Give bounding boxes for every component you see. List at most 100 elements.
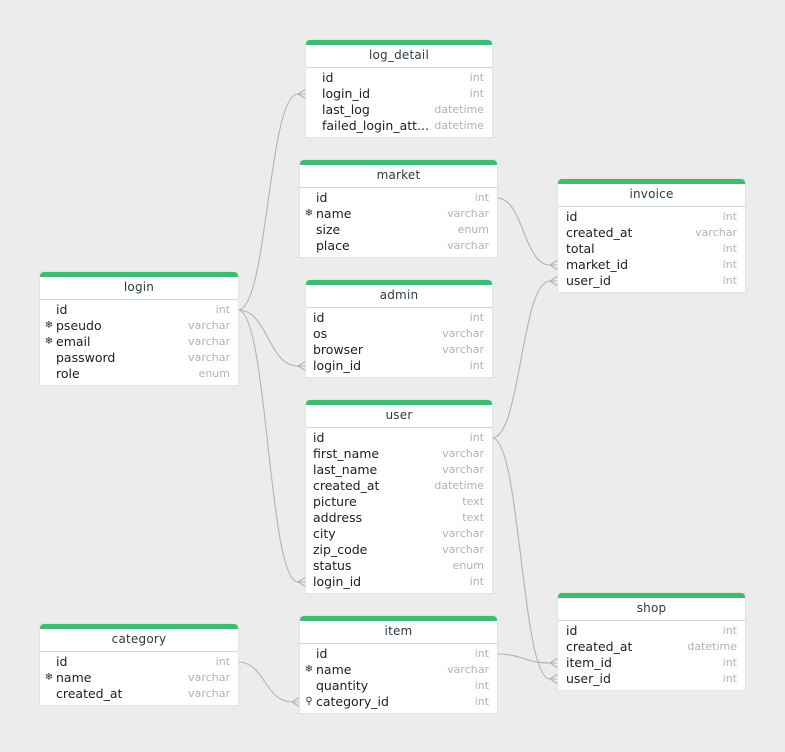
table-log-detail[interactable]: log_detail id int login_id int last_log dat…: [306, 40, 492, 137]
field-row: id int: [558, 209, 745, 225]
field-row: login_id int: [306, 574, 492, 590]
field-type: datetime: [687, 640, 737, 653]
field-name: id: [313, 430, 325, 445]
field-row: id int: [40, 302, 238, 318]
snowflake-icon: ❄: [44, 336, 54, 347]
field-row: zip_code varchar: [306, 542, 492, 558]
crows-foot-icon: [548, 657, 559, 669]
snowflake-icon: ❄: [44, 672, 54, 683]
field-name: zip_code: [313, 542, 368, 557]
field-name: user_id: [566, 273, 611, 288]
table-user[interactable]: user id int first_name varchar last_name va…: [306, 400, 492, 593]
field-name: status: [313, 558, 352, 573]
relation-line: [237, 661, 300, 703]
crows-foot-icon: [548, 275, 559, 287]
snowflake-icon: ❄: [304, 664, 314, 675]
field-type: int: [474, 679, 489, 692]
field-name: created_at: [566, 639, 633, 654]
field-type: enum: [457, 223, 489, 236]
field-row: picture text: [306, 494, 492, 510]
table-title: admin: [306, 285, 492, 308]
crows-foot-icon: [290, 696, 301, 708]
crows-foot-icon: [296, 88, 307, 100]
field-name: id: [322, 70, 334, 85]
field-row: failed_login_att... datetime: [306, 118, 492, 134]
table-item[interactable]: item id int ❄ name varchar quantity int ⚲ cat…: [300, 616, 497, 713]
field-name: browser: [313, 342, 364, 357]
field-row: address text: [306, 510, 492, 526]
field-type: int: [722, 242, 737, 255]
table-market[interactable]: market id int ❄ name varchar size enum place…: [300, 160, 497, 257]
field-row: last_name varchar: [306, 462, 492, 478]
field-name: city: [313, 526, 336, 541]
field-name: failed_login_att...: [322, 118, 429, 133]
field-row: created_at datetime: [558, 639, 745, 655]
field-type: varchar: [442, 527, 484, 540]
field-type: int: [474, 695, 489, 708]
field-type: int: [469, 71, 484, 84]
field-row: id int: [300, 190, 497, 206]
field-name: item_id: [566, 655, 612, 670]
field-name: quantity: [316, 678, 369, 693]
field-type: int: [469, 575, 484, 588]
table-shop[interactable]: shop id int created_at datetime item_id int…: [558, 593, 745, 690]
table-login[interactable]: login id int ❄ pseudo varchar ❄ email varchar…: [40, 272, 238, 385]
field-row: item_id int: [558, 655, 745, 671]
table-title: shop: [558, 598, 745, 621]
field-name: role: [56, 366, 80, 381]
field-row: size enum: [300, 222, 497, 238]
table-title: category: [40, 629, 238, 652]
field-row: id int: [306, 430, 492, 446]
relation-line: [237, 309, 306, 583]
crows-foot-icon: [548, 259, 559, 271]
table-title: invoice: [558, 184, 745, 207]
snowflake-icon: ❄: [44, 320, 54, 331]
field-type: varchar: [442, 447, 484, 460]
field-name: login_id: [313, 574, 362, 589]
field-name: first_name: [313, 446, 380, 461]
field-row: first_name varchar: [306, 446, 492, 462]
field-name: id: [56, 302, 68, 317]
field-row: created_at varchar: [558, 225, 745, 241]
field-row: os varchar: [306, 326, 492, 342]
relation-line: [237, 309, 306, 367]
table-title: market: [300, 165, 497, 188]
field-name: total: [566, 241, 595, 256]
field-row: password varchar: [40, 350, 238, 366]
field-row: place varchar: [300, 238, 497, 254]
field-row: ❄ name varchar: [300, 206, 497, 222]
field-name: login_id: [322, 86, 371, 101]
table-title: login: [40, 277, 238, 300]
field-type: int: [722, 656, 737, 669]
crows-foot-icon: [548, 673, 559, 685]
field-type: text: [462, 495, 484, 508]
field-name: name: [56, 670, 92, 685]
table-admin[interactable]: admin id int os varchar browser varchar log…: [306, 280, 492, 377]
field-row: id int: [40, 654, 238, 670]
field-type: text: [462, 511, 484, 524]
field-row: role enum: [40, 366, 238, 382]
field-type: varchar: [188, 687, 230, 700]
field-type: int: [469, 359, 484, 372]
field-row: id int: [306, 310, 492, 326]
field-type: enum: [452, 559, 484, 572]
key-icon: ⚲: [305, 696, 313, 707]
table-invoice[interactable]: invoice id int created_at varchar total int…: [558, 179, 745, 292]
field-row: id int: [558, 623, 745, 639]
field-type: int: [722, 624, 737, 637]
field-name: created_at: [566, 225, 633, 240]
field-row: market_id int: [558, 257, 745, 273]
snowflake-icon: ❄: [304, 208, 314, 219]
field-type: varchar: [442, 343, 484, 356]
field-row: quantity int: [300, 678, 497, 694]
relation-line: [496, 653, 558, 664]
field-type: enum: [198, 367, 230, 380]
field-row: ❄ email varchar: [40, 334, 238, 350]
field-row: browser varchar: [306, 342, 492, 358]
table-category[interactable]: category id int ❄ name varchar created_at va…: [40, 624, 238, 705]
field-type: int: [215, 303, 230, 316]
field-type: varchar: [442, 543, 484, 556]
field-name: id: [566, 209, 578, 224]
field-name: address: [313, 510, 363, 525]
field-name: id: [56, 654, 68, 669]
